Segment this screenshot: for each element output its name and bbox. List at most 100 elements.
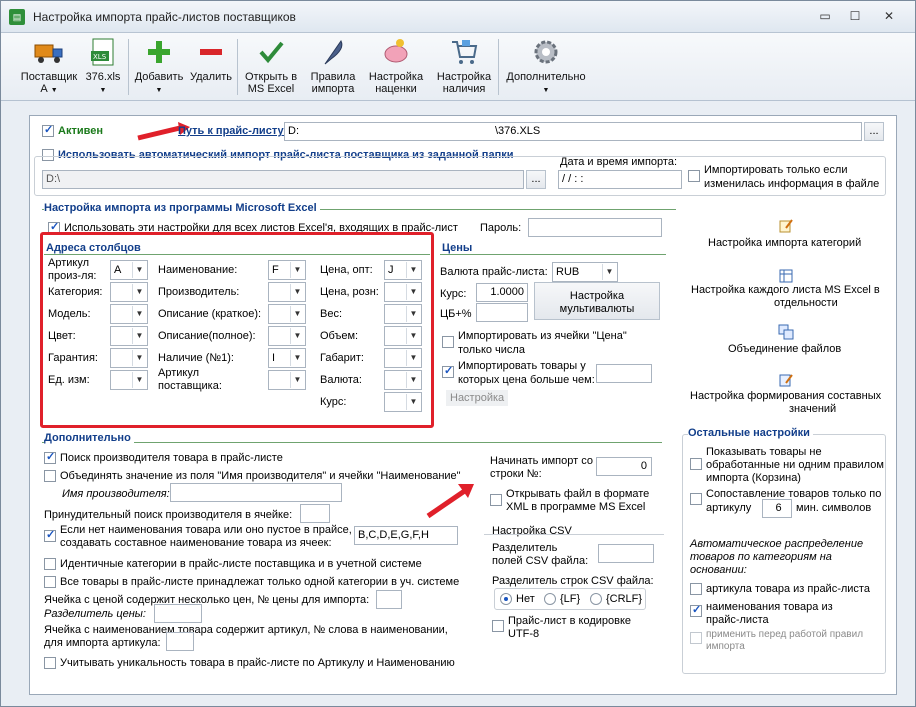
path-value-a: D: xyxy=(288,125,299,137)
categories-link[interactable]: Настройка импорта категорий xyxy=(708,237,861,249)
dropdown-arrow-icon: ▼ xyxy=(99,87,107,94)
from-cell-l2: только числа xyxy=(458,344,525,356)
open-excel-button[interactable]: Открыть в MS Excel xyxy=(239,35,303,99)
same-categories-checkbox[interactable] xyxy=(44,558,56,570)
apply-l1: применить перед работой правил xyxy=(706,629,864,640)
multi-price-input[interactable] xyxy=(376,590,402,609)
compare-l2: артикулу xyxy=(706,502,752,514)
article-word-input[interactable] xyxy=(166,632,194,651)
apply-before-checkbox[interactable] xyxy=(690,632,702,644)
stock-l2: наличия xyxy=(442,83,486,95)
active-checkbox[interactable] xyxy=(42,123,54,137)
min-symbols-input[interactable]: 6 xyxy=(762,499,792,518)
password-label: Пароль: xyxy=(480,222,522,234)
currency-value: RUB xyxy=(556,266,580,278)
start-row-input[interactable]: 0 xyxy=(596,457,652,476)
multicurrency-button[interactable]: Настройка мультивалюты xyxy=(534,282,660,320)
browse-folder-button[interactable]: ... xyxy=(526,170,546,189)
cb-label: ЦБ+% xyxy=(440,308,472,320)
utf8-l1: Прайс-лист в кодировке xyxy=(508,615,632,627)
show-unprocessed-l1: Показывать товары не xyxy=(706,446,822,458)
currency-select[interactable]: RUB ▼ xyxy=(552,262,618,282)
one-category-checkbox[interactable] xyxy=(44,576,56,588)
unique-checkbox[interactable] xyxy=(44,657,56,669)
forced-search-label: Принудительный поиск производителя в яче… xyxy=(44,509,293,521)
pencil-edit-icon xyxy=(779,219,793,233)
from-cell-checkbox[interactable] xyxy=(442,336,454,348)
merge-name-checkbox[interactable] xyxy=(44,470,56,482)
multi-price-label: Ячейка с ценой содержит несколько цен, №… xyxy=(44,594,370,606)
compose-l1: Если нет наименования товара или оно пус… xyxy=(60,524,352,536)
row-sep-lf-radio[interactable] xyxy=(544,593,556,605)
rate-input[interactable]: 1.0000 xyxy=(476,283,528,302)
supplier-button[interactable]: Поставщик А ▼ xyxy=(17,35,81,99)
price-setup-button[interactable]: Настройка xyxy=(446,390,509,406)
file-label: 376.xls xyxy=(85,71,121,83)
path-value-b: \376.XLS xyxy=(495,125,541,137)
markup-l1: Настройка xyxy=(368,71,424,83)
compose-cells-input[interactable]: B,C,D,E,G,F,H xyxy=(354,526,458,545)
compose-name-checkbox[interactable] xyxy=(44,528,56,542)
search-maker-checkbox[interactable] xyxy=(44,450,56,464)
toolbar-separator xyxy=(237,39,238,95)
password-input[interactable] xyxy=(528,218,662,237)
compare-l1: Сопоставление товаров только по xyxy=(706,488,882,500)
import-rules-button[interactable]: Правила импорта xyxy=(305,35,361,99)
delete-label: Удалить xyxy=(190,71,232,83)
composite-link-l1[interactable]: Настройка формирования составных xyxy=(690,390,881,402)
compare-l3: мин. символов xyxy=(796,502,872,514)
only-changed-checkbox[interactable] xyxy=(688,170,700,182)
field-sep-input[interactable] xyxy=(598,544,654,563)
dropdown-arrow-icon: ▼ xyxy=(155,87,163,94)
dropdown-arrow-icon: ▼ xyxy=(50,87,58,94)
excel-file-icon: XLS xyxy=(91,38,114,66)
folder-input[interactable]: D:\ xyxy=(42,170,524,189)
datetime-input[interactable]: / / : : xyxy=(558,170,682,189)
price-above-input[interactable] xyxy=(596,364,652,383)
xml-checkbox[interactable] xyxy=(490,494,502,506)
stock-settings-button[interactable]: Настройка наличия xyxy=(431,35,497,99)
add-button[interactable]: Добавить ▼ xyxy=(131,35,187,99)
field-sep-l2: полей CSV файла: xyxy=(492,555,589,567)
window-title: Настройка импорта прайс-листов поставщик… xyxy=(33,10,296,24)
by-article-checkbox[interactable] xyxy=(690,583,702,595)
by-name-checkbox[interactable] xyxy=(690,603,702,617)
sheets-link-l1[interactable]: Настройка каждого листа MS Excel в xyxy=(691,284,880,296)
rate-label: Курс: xyxy=(440,288,467,300)
maximize-button[interactable]: ☐ xyxy=(843,7,867,25)
browse-path-button[interactable]: ... xyxy=(864,122,884,141)
more-button[interactable]: Дополнительно ▼ xyxy=(501,35,591,99)
file-button[interactable]: XLS 376.xls ▼ xyxy=(81,35,125,99)
utf8-checkbox[interactable] xyxy=(492,620,504,632)
price-sep-input[interactable] xyxy=(154,604,202,623)
path-input[interactable]: D: \376.XLS xyxy=(284,122,862,141)
row-sep-crlf-radio[interactable] xyxy=(590,593,602,605)
opt-none-label: Нет xyxy=(516,593,535,605)
arrow-pointer-icon xyxy=(426,484,474,519)
show-unprocessed-checkbox[interactable] xyxy=(690,458,702,470)
markup-settings-button[interactable]: Настройка наценки xyxy=(363,35,429,99)
compare-article-checkbox[interactable] xyxy=(690,493,702,505)
checkmark-icon xyxy=(259,41,284,64)
sheet-icon xyxy=(779,269,793,283)
rules-l2: импорта xyxy=(311,83,355,95)
row-sep-label: Разделитель строк CSV файла: xyxy=(492,575,654,587)
price-above-checkbox[interactable] xyxy=(442,364,454,378)
merge-files-link[interactable]: Объединение файлов xyxy=(728,343,841,355)
sheets-link-l2[interactable]: отдельности xyxy=(774,297,838,309)
only-changed-l2: изменилась информация в файле xyxy=(704,178,880,190)
close-button[interactable]: ✕ xyxy=(877,7,901,25)
settings-panel: Активен Путь к прайс-листу: D: \376.XLS .… xyxy=(29,115,897,695)
more-label: Дополнительно xyxy=(506,71,586,83)
maker-name-input[interactable] xyxy=(170,483,342,502)
composite-link-l2[interactable]: значений xyxy=(789,403,836,415)
excel-settings-title: Настройка импорта из программы Microsoft… xyxy=(44,202,320,214)
price-sep-label: Разделитель цены: xyxy=(44,608,146,620)
minimize-button[interactable]: ▭ xyxy=(813,7,837,25)
cb-input[interactable] xyxy=(476,303,528,322)
active-label: Активен xyxy=(58,125,103,137)
row-sep-none-radio[interactable] xyxy=(500,593,512,605)
forced-search-input[interactable] xyxy=(300,504,330,523)
by-article-label: артикула товара из прайс-листа xyxy=(706,583,870,595)
delete-button[interactable]: Удалить xyxy=(187,35,235,99)
